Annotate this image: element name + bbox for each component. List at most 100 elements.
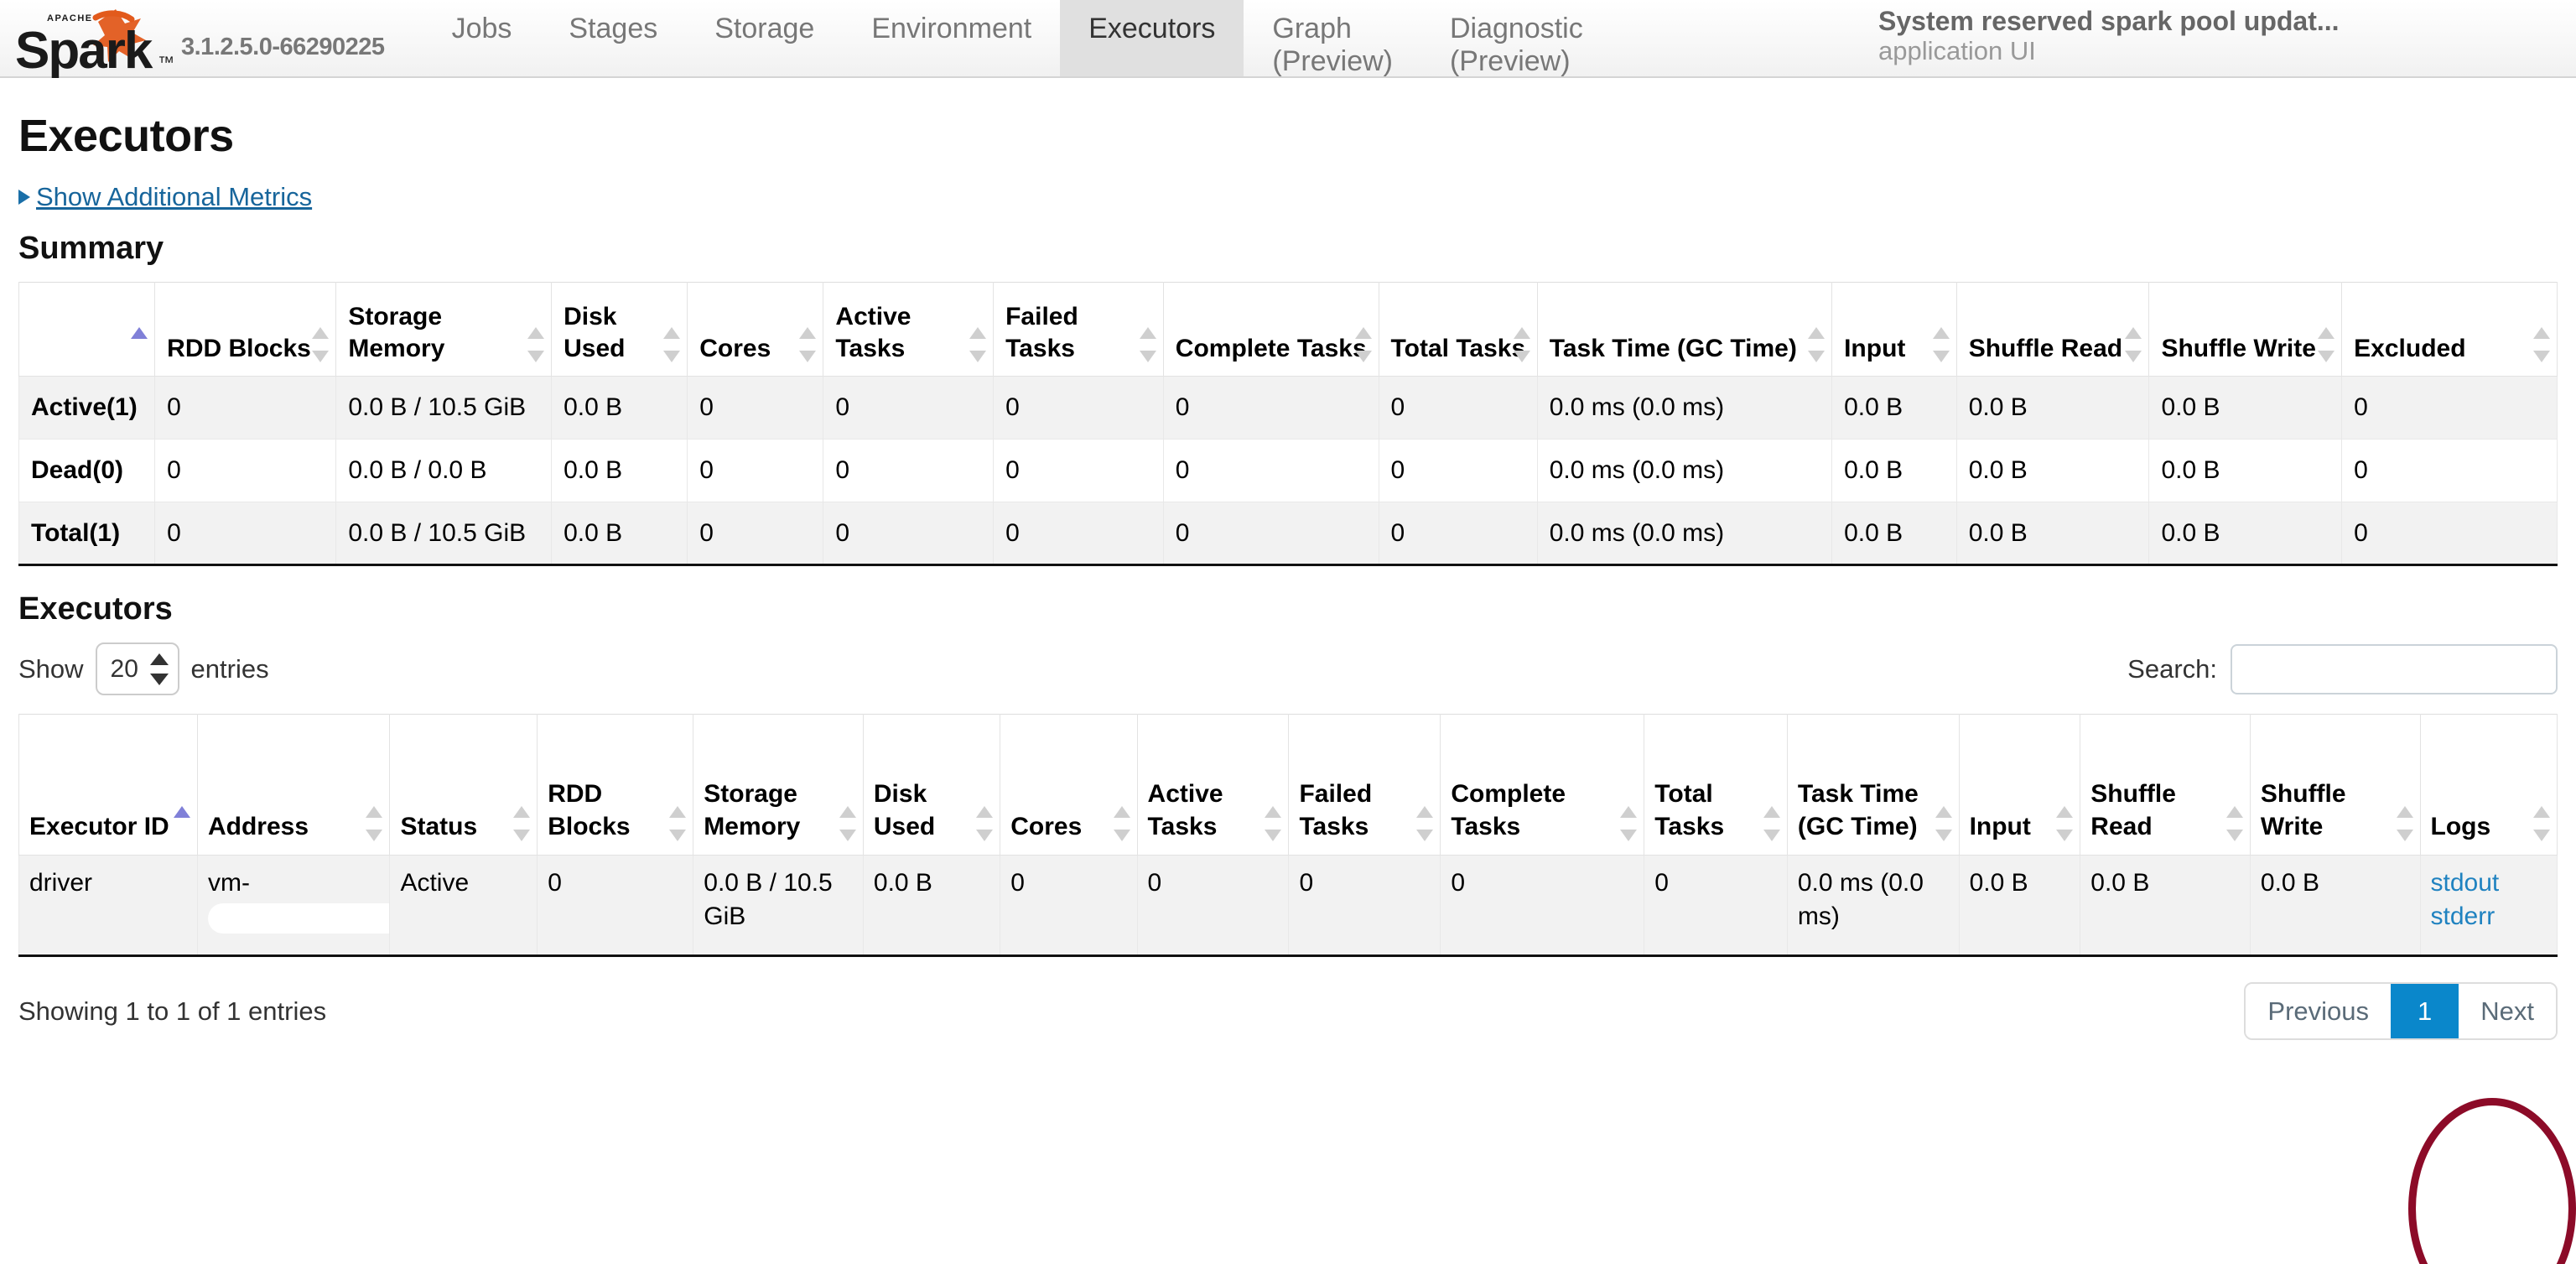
summary-cell-task-time: 0.0 ms (0.0 ms)	[1536, 439, 1833, 502]
summary-cell-shuffle-read: 0.0 B	[1955, 439, 2150, 502]
exec-col-input[interactable]: Input	[1958, 714, 2081, 856]
summary-col-shuffle-write[interactable]: Shuffle Write	[2148, 282, 2343, 377]
summary-cell-cores: 0	[687, 376, 824, 440]
sort-arrow-icon[interactable]	[1935, 806, 1952, 841]
sort-arrow-icon[interactable]	[312, 327, 330, 362]
sort-arrow-icon[interactable]	[1932, 327, 1950, 362]
summary-col-input-label: Input	[1844, 334, 1906, 362]
exec-col-complete-tasks[interactable]: Complete Tasks	[1440, 714, 1645, 856]
sort-arrow-icon[interactable]	[173, 806, 190, 841]
summary-col-active-tasks[interactable]: Active Tasks	[823, 282, 995, 377]
exec-col-shuffle-write-label: Shuffle Write	[2260, 780, 2346, 840]
sort-arrow-icon[interactable]	[2056, 806, 2074, 841]
summary-col-excluded[interactable]: Excluded	[2341, 282, 2558, 377]
summary-col-total-tasks[interactable]: Total Tasks	[1378, 282, 1538, 377]
brand[interactable]: APACHE Spark ™ 3.1.2.5.0-66290225	[0, 0, 385, 78]
summary-cell-failed-tasks: 0	[993, 376, 1164, 440]
sort-arrow-icon[interactable]	[2125, 327, 2142, 362]
sort-arrow-icon[interactable]	[1416, 806, 1434, 841]
show-additional-metrics-toggle[interactable]: Show Additional Metrics	[18, 182, 2576, 212]
sort-arrow-icon[interactable]	[799, 327, 817, 362]
nav-tab-environment[interactable]: Environment	[843, 0, 1060, 76]
summary-heading: Summary	[18, 231, 164, 266]
sort-arrow-icon[interactable]	[1354, 327, 1372, 362]
sort-arrow-icon[interactable]	[1265, 806, 1282, 841]
summary-col-active-tasks-label: Active Tasks	[835, 303, 911, 362]
summary-col-failed-tasks[interactable]: Failed Tasks	[993, 282, 1164, 377]
nav-tab-stages[interactable]: Stages	[540, 0, 686, 76]
sort-arrow-icon[interactable]	[1139, 327, 1156, 362]
summary-col-complete-tasks-label: Complete Tasks	[1175, 334, 1367, 362]
exec-col-status[interactable]: Status	[389, 714, 538, 856]
sort-arrow-icon[interactable]	[1620, 806, 1638, 841]
sort-arrow-icon[interactable]	[1513, 327, 1530, 362]
sort-arrow-icon[interactable]	[2533, 327, 2550, 362]
exec-col-task-time[interactable]: Task Time (GC Time)	[1786, 714, 1960, 856]
exec-col-active-tasks[interactable]: Active Tasks	[1136, 714, 1290, 856]
summary-col-input[interactable]: Input	[1831, 282, 1957, 377]
summary-col-blank[interactable]	[18, 282, 156, 377]
exec-col-failed-tasks[interactable]: Failed Tasks	[1288, 714, 1441, 856]
summary-col-shuffle-read[interactable]: Shuffle Read	[1955, 282, 2150, 377]
summary-col-cores[interactable]: Cores	[687, 282, 824, 377]
sort-arrow-icon[interactable]	[976, 806, 994, 841]
exec-col-status-label: Status	[400, 813, 478, 840]
sort-arrow-icon[interactable]	[2318, 327, 2335, 362]
sort-arrow-icon[interactable]	[366, 806, 383, 841]
stepper-arrows-icon[interactable]	[149, 653, 169, 686]
summary-col-task-time[interactable]: Task Time (GC Time)	[1536, 282, 1833, 377]
summary-col-rdd-blocks[interactable]: RDD Blocks	[154, 282, 337, 377]
apache-spark-logo-icon[interactable]: APACHE Spark ™	[15, 8, 179, 78]
stderr-log-link[interactable]: stderr	[2431, 900, 2547, 934]
sort-arrow-icon[interactable]	[2533, 806, 2550, 841]
entries-per-page-select[interactable]: 20	[95, 642, 179, 695]
sort-arrow-icon[interactable]	[969, 327, 987, 362]
exec-col-disk-used[interactable]: Disk Used	[862, 714, 1001, 856]
exec-col-total-tasks-label: Total Tasks	[1654, 780, 1725, 840]
sort-arrow-icon[interactable]	[669, 806, 687, 841]
sort-arrow-icon[interactable]	[2396, 806, 2413, 841]
summary-cell-total-tasks: 0	[1378, 439, 1538, 502]
exec-col-executor-id[interactable]: Executor ID	[18, 714, 198, 856]
summary-cell-shuffle-write: 0.0 B	[2148, 439, 2343, 502]
nav-tab-diagnostic[interactable]: Diagnostic (Preview)	[1421, 0, 1612, 77]
nav-tab-storage[interactable]: Storage	[686, 0, 843, 76]
summary-cell-disk-used: 0.0 B	[551, 502, 688, 565]
pagination-next-button[interactable]: Next	[2459, 984, 2556, 1039]
sort-arrow-icon[interactable]	[839, 806, 856, 841]
exec-cell-shuffle-write: 0.0 B	[2249, 855, 2421, 956]
summary-col-total-tasks-label: Total Tasks	[1390, 334, 1526, 362]
exec-col-shuffle-read[interactable]: Shuffle Read	[2080, 714, 2251, 856]
logs-column-annotation-ellipse	[2408, 1098, 2576, 1264]
summary-col-rdd-blocks-label: RDD Blocks	[167, 334, 311, 362]
summary-col-complete-tasks[interactable]: Complete Tasks	[1162, 282, 1379, 377]
sort-arrow-icon[interactable]	[1808, 327, 1826, 362]
nav-tab-jobs[interactable]: Jobs	[423, 0, 541, 76]
pagination-page-1-button[interactable]: 1	[2391, 984, 2459, 1039]
exec-col-logs[interactable]: Logs	[2419, 714, 2558, 856]
exec-col-cores[interactable]: Cores	[1000, 714, 1138, 856]
sort-arrow-icon[interactable]	[1113, 806, 1130, 841]
exec-col-storage-memory[interactable]: Storage Memory	[693, 714, 864, 856]
sort-arrow-icon[interactable]	[527, 327, 545, 362]
exec-col-address[interactable]: Address	[196, 714, 391, 856]
exec-col-total-tasks[interactable]: Total Tasks	[1644, 714, 1788, 856]
pagination-previous-button[interactable]: Previous	[2246, 984, 2391, 1039]
summary-col-disk-used[interactable]: Disk Used	[551, 282, 688, 377]
exec-col-rdd-blocks[interactable]: RDD Blocks	[537, 714, 694, 856]
exec-col-input-label: Input	[1969, 813, 2031, 840]
stdout-log-link[interactable]: stdout	[2431, 866, 2547, 900]
sort-arrow-icon[interactable]	[2225, 806, 2243, 841]
sort-arrow-icon[interactable]	[663, 327, 681, 362]
executors-header-row: Executor ID Address Status RDD Blocks St…	[18, 714, 2558, 856]
exec-address-prefix: vm-	[207, 869, 250, 897]
summary-col-storage-memory[interactable]: Storage Memory	[335, 282, 553, 377]
sort-arrow-icon[interactable]	[1763, 806, 1780, 841]
exec-col-shuffle-write[interactable]: Shuffle Write	[2249, 714, 2421, 856]
show-additional-metrics-link[interactable]: Show Additional Metrics	[36, 182, 312, 212]
nav-tab-graph[interactable]: Graph (Preview)	[1244, 0, 1421, 77]
search-input[interactable]	[2231, 643, 2558, 694]
sort-arrow-icon[interactable]	[513, 806, 531, 841]
sort-arrow-icon[interactable]	[131, 327, 148, 362]
nav-tab-executors[interactable]: Executors	[1060, 0, 1244, 76]
